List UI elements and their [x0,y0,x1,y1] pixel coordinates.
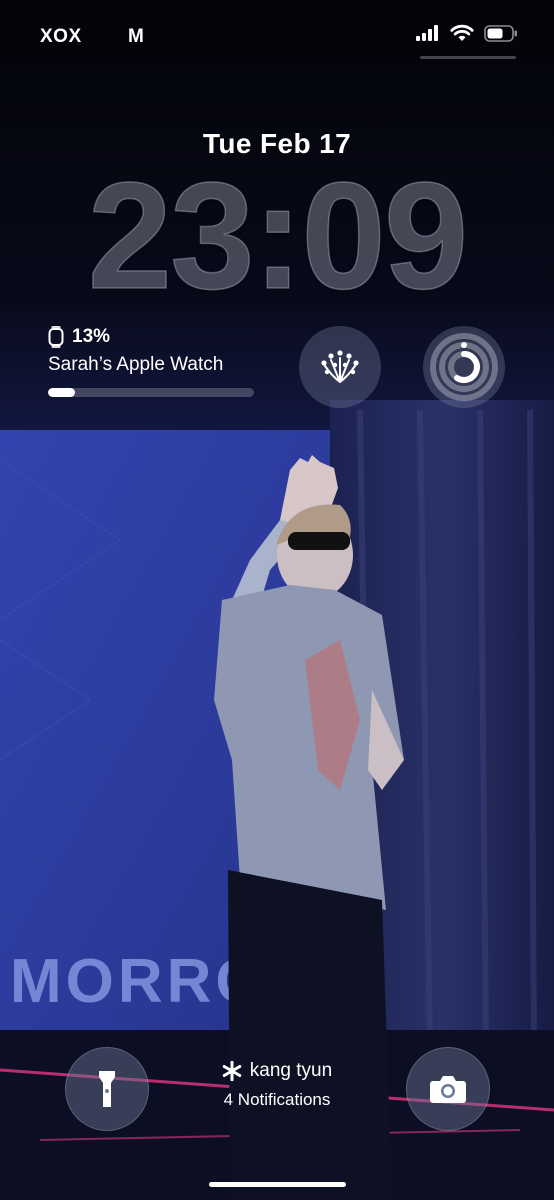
watch-battery-bar [48,388,254,397]
camera-button[interactable] [406,1047,490,1131]
notification-sender: kang tyun [249,1060,333,1081]
flashlight-icon [99,1071,115,1107]
home-indicator[interactable] [209,1182,346,1187]
watch-battery-bar-fill [48,388,75,397]
focus-indicator-line [420,56,516,59]
fireworks-icon [321,350,359,383]
app-shortcut-widget[interactable] [299,326,381,408]
flashlight-button[interactable] [65,1047,149,1131]
status-icons [416,24,518,42]
camera-icon [430,1076,466,1103]
watch-device-name: Sarah’s Apple Watch [48,354,224,375]
carrier-label: XOX [40,26,82,47]
carrier-label-secondary: M [128,26,145,47]
wifi-icon [450,24,474,41]
watch-battery-percent: 13% [72,326,111,347]
lock-screen-clock[interactable]: 23:09 [0,159,554,313]
battery-icon [484,24,517,42]
activity-rings-widget[interactable] [423,326,505,408]
watch-battery-widget[interactable]: 13% Sarah’s Apple Watch [48,326,258,397]
cellular-signal-icon [416,25,438,41]
activity-rings-icon [430,333,498,401]
apple-watch-icon [48,326,64,348]
asterisk-icon [222,1061,242,1081]
